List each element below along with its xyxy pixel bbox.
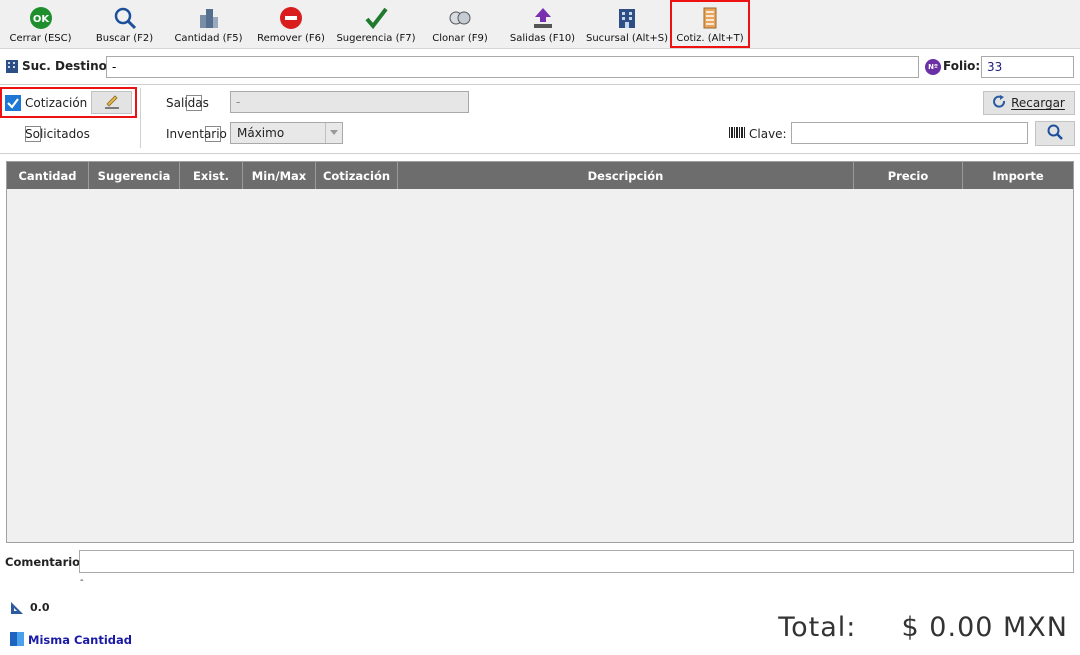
column-header[interactable]: Sugerencia [89, 162, 180, 189]
outputs-button[interactable]: Salidas (F10) [501, 0, 584, 48]
outputs-button-label: Salidas (F10) [509, 33, 576, 44]
cotizacion-label: Cotización [25, 96, 88, 110]
clone-button[interactable]: Clonar (F9) [419, 0, 501, 48]
clone-icon [447, 5, 473, 31]
folio-badge-icon: Nº [925, 59, 941, 75]
suggestion-button[interactable]: Sugerencia (F7) [333, 0, 419, 48]
ok-icon: OK [28, 5, 54, 31]
salidas-label: Salidas [166, 96, 209, 110]
close-button[interactable]: OK Cerrar (ESC) [0, 0, 81, 48]
suggestion-button-label: Sugerencia (F7) [336, 33, 416, 44]
checkmark-icon [363, 5, 389, 31]
clone-button-label: Clonar (F9) [432, 33, 488, 44]
comment-input[interactable] [79, 550, 1074, 573]
destination-row: Suc. Destino: Nº Folio: [0, 49, 1080, 85]
column-header[interactable]: Cotización [316, 162, 398, 189]
column-header[interactable]: Precio [854, 162, 963, 189]
comment-label: Comentario: [5, 555, 85, 569]
solicitados-label: Solicitados [25, 127, 90, 141]
svg-text:OK: OK [32, 14, 50, 25]
total-value: $ 0.00 MXN [901, 612, 1068, 643]
destination-label: Suc. Destino: [22, 59, 112, 73]
ruler-icon [10, 601, 24, 618]
cotizacion-checkbox[interactable] [5, 95, 21, 111]
column-header[interactable]: Exist. [180, 162, 243, 189]
quote-button-label: Cotiz. (Alt+T) [676, 33, 744, 44]
column-header[interactable]: Importe [963, 162, 1073, 189]
document-stack-icon [697, 5, 723, 31]
refresh-icon [993, 95, 1006, 111]
remove-button[interactable]: Remover (F6) [249, 0, 333, 48]
branch-button[interactable]: Sucursal (Alt+S) [584, 0, 670, 48]
inventario-label: Inventario [166, 127, 227, 141]
upload-icon [530, 5, 556, 31]
remove-icon [278, 5, 304, 31]
table-header: Cantidad Sugerencia Exist. Min/Max Cotiz… [7, 162, 1073, 189]
branch-button-label: Sucursal (Alt+S) [586, 33, 668, 44]
search-button[interactable]: Buscar (F2) [81, 0, 168, 48]
quantity-button-label: Cantidad (F5) [174, 33, 243, 44]
folio-label: Folio: [943, 59, 981, 73]
magnifier-icon [1047, 124, 1063, 143]
total-display: Total: $ 0.00 MXN [778, 612, 1068, 643]
clave-label: Clave: [749, 127, 787, 141]
clave-search-button[interactable] [1035, 121, 1075, 146]
same-quantity-link[interactable]: Misma Cantidad [28, 633, 132, 647]
quote-button[interactable]: Cotiz. (Alt+T) [670, 0, 750, 48]
reload-button-label: Recargar [1011, 96, 1065, 110]
reload-button[interactable]: Recargar [983, 91, 1075, 115]
buildings-icon [196, 5, 222, 31]
column-header[interactable]: Descripción [398, 162, 854, 189]
inventario-select[interactable]: Máximo [230, 122, 343, 144]
toolbar: OK Cerrar (ESC) Buscar (F2) Cantidad (F5… [0, 0, 1080, 49]
destination-input[interactable] [106, 56, 919, 78]
salidas-input[interactable] [230, 91, 469, 113]
column-header[interactable]: Cantidad [7, 162, 89, 189]
total-label: Total: [778, 612, 857, 643]
barcode-icon [729, 127, 745, 141]
comment-note: - [80, 575, 84, 586]
chevron-down-icon [325, 123, 342, 143]
folio-input[interactable] [981, 56, 1074, 78]
filters-divider [140, 88, 141, 148]
remove-button-label: Remover (F6) [257, 33, 325, 44]
same-quantity-icon[interactable] [10, 632, 24, 649]
edit-quote-button[interactable] [91, 91, 132, 114]
measure-value: 0.0 [30, 601, 50, 614]
column-header[interactable]: Min/Max [243, 162, 316, 189]
building-icon [5, 59, 19, 76]
close-button-label: Cerrar (ESC) [9, 33, 72, 44]
filters-bottom-divider [0, 153, 1080, 154]
clave-input[interactable] [791, 122, 1028, 144]
inventario-select-value: Máximo [237, 126, 285, 140]
items-table[interactable]: Cantidad Sugerencia Exist. Min/Max Cotiz… [6, 161, 1074, 543]
search-button-label: Buscar (F2) [95, 33, 154, 44]
magnifier-icon [112, 5, 138, 31]
pencil-icon [103, 93, 121, 112]
quantity-button[interactable]: Cantidad (F5) [168, 0, 249, 48]
building-icon [614, 5, 640, 31]
